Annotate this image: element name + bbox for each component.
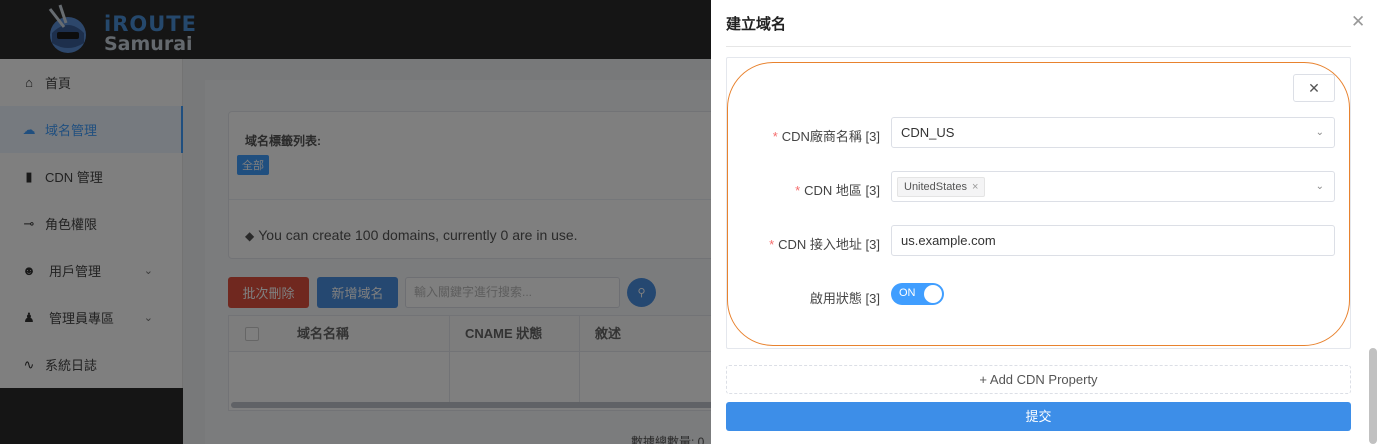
create-domain-drawer: 建立域名 ✕ ✕ * CDN廠商名稱 [3] CDN_US ⌄ * CDN 地區 [… bbox=[711, 0, 1380, 444]
divider bbox=[726, 46, 1351, 47]
cdn-region-label: * CDN 地區 [3] bbox=[795, 180, 880, 199]
submit-button[interactable]: 提交 bbox=[726, 402, 1351, 431]
cdn-endpoint-label: * CDN 接入地址 [3] bbox=[769, 234, 880, 253]
cdn-region-select[interactable]: UnitedStates × ⌄ bbox=[891, 171, 1335, 202]
remove-property-button[interactable]: ✕ bbox=[1293, 74, 1335, 102]
drawer-title: 建立域名 bbox=[726, 16, 787, 33]
toggle-knob bbox=[924, 285, 942, 303]
required-asterisk: * bbox=[795, 183, 801, 198]
tag-remove-icon[interactable]: × bbox=[972, 181, 978, 193]
enabled-status-label: 啟用狀態 [3] bbox=[809, 291, 880, 306]
region-tag: UnitedStates × bbox=[897, 177, 986, 197]
toggle-text: ON bbox=[899, 287, 916, 299]
cdn-vendor-select[interactable]: CDN_US ⌄ bbox=[891, 117, 1335, 148]
close-icon: ✕ bbox=[1308, 79, 1320, 96]
field-label-text: CDN 地區 [3] bbox=[804, 183, 880, 198]
close-icon[interactable]: ✕ bbox=[1351, 12, 1365, 32]
field-label-text: CDN廠商名稱 [3] bbox=[781, 129, 880, 144]
required-asterisk: * bbox=[772, 129, 778, 144]
chevron-down-icon: ⌄ bbox=[1315, 127, 1324, 138]
required-asterisk: * bbox=[769, 237, 775, 252]
region-tag-label: UnitedStates bbox=[904, 181, 967, 193]
field-label-text: CDN 接入地址 [3] bbox=[778, 237, 880, 252]
cdn-vendor-value: CDN_US bbox=[901, 125, 955, 140]
cdn-endpoint-input[interactable]: us.example.com bbox=[891, 225, 1335, 256]
chevron-down-icon: ⌄ bbox=[1315, 181, 1324, 192]
cdn-vendor-label: * CDN廠商名稱 [3] bbox=[773, 126, 880, 145]
enabled-toggle[interactable]: ON bbox=[891, 283, 944, 305]
add-cdn-property-button[interactable]: + Add CDN Property bbox=[726, 365, 1351, 394]
vertical-scrollbar[interactable] bbox=[1369, 348, 1377, 444]
